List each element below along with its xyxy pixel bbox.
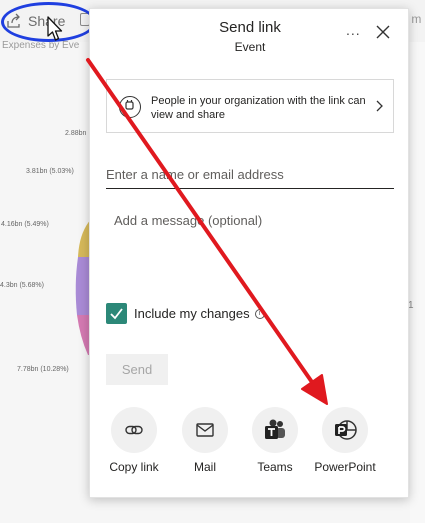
- pie-label: 2.88bn: [65, 130, 87, 137]
- pie-label: 7.78bn (10.28%): [17, 366, 69, 373]
- include-changes-checkbox[interactable]: [106, 303, 127, 324]
- checkmark-icon: [110, 308, 123, 320]
- copy-link-label: Copy link: [109, 460, 159, 474]
- pie-label: 4.16bn (5.49%): [1, 221, 49, 228]
- mail-icon: [182, 407, 228, 453]
- include-changes-text: Include my changes: [134, 306, 250, 321]
- powerpoint-label: PowerPoint: [314, 460, 376, 474]
- dialog-title: Send link: [219, 19, 281, 36]
- send-button[interactable]: Send: [106, 354, 168, 385]
- include-changes-label: Include my changes i: [134, 306, 265, 321]
- recipient-input[interactable]: [106, 161, 394, 189]
- dialog-subtitle: Event: [234, 40, 266, 54]
- pie-label: 3.81bn (5.03%): [26, 168, 74, 175]
- teams-option[interactable]: Teams: [240, 407, 310, 474]
- powerpoint-icon: [322, 407, 368, 453]
- info-icon[interactable]: i: [254, 308, 265, 319]
- link-permission-button[interactable]: People in your organization with the lin…: [106, 79, 394, 133]
- link-icon: [111, 407, 157, 453]
- powerpoint-option[interactable]: PowerPoint: [310, 407, 380, 474]
- teams-label: Teams: [257, 460, 293, 474]
- close-icon[interactable]: [376, 25, 390, 39]
- permission-text: People in your organization with the lin…: [151, 95, 366, 121]
- copy-link-option[interactable]: Copy link: [99, 407, 169, 474]
- pie-label: 4.3bn (5.68%): [0, 282, 44, 289]
- message-input[interactable]: [106, 205, 394, 295]
- globe-icon: [119, 96, 141, 118]
- chevron-right-icon: [376, 100, 383, 112]
- send-link-dialog: Send link Event ... People in your organ…: [89, 8, 409, 498]
- right-panel-edge: [410, 42, 425, 523]
- mouse-cursor-icon: [47, 16, 63, 41]
- mail-option[interactable]: Mail: [170, 407, 240, 474]
- more-options-button[interactable]: ...: [346, 23, 361, 37]
- mail-label: Mail: [193, 460, 216, 474]
- teams-icon: [252, 407, 298, 453]
